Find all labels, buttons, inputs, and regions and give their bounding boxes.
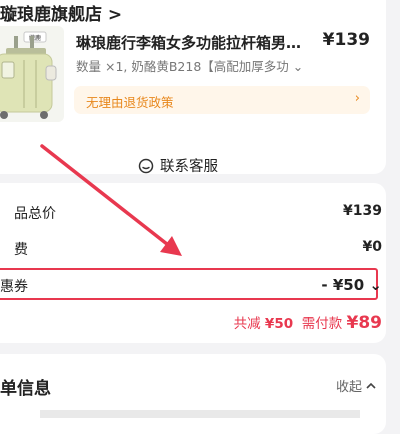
chat-icon [138,158,154,173]
price-row-value: ¥139 [343,203,382,219]
contact-service-button[interactable]: 联系客服 [138,155,218,176]
payment-summary: 共减 ¥50 需付款 ¥89 [234,312,382,333]
chevron-down-icon: ⌄ [369,276,382,294]
discount-value: ¥50 [264,316,294,332]
discount-label: 共减 [233,316,261,332]
blurred-content [40,410,360,418]
product-image[interactable]: 嫩鹿 [0,26,64,122]
suitcase-illustration: 嫩鹿 [0,26,64,122]
order-info-title: 单信息 [0,379,51,399]
pay-value: ¥89 [346,313,383,333]
order-item-card: 璇琅鹿旗舰店 > 嫩鹿 琳琅鹿行李箱女多功能拉杆箱男… ¥139 数量 ×1, … [0,0,386,174]
product-name[interactable]: 琳琅鹿行李箱女多功能拉杆箱男… [76,32,301,53]
price-row-value: ¥0 [362,239,382,255]
chevron-down-icon: ⌄ [292,59,304,74]
collapse-label: 收起 [335,380,362,395]
shop-arrow-icon: > [107,5,123,25]
product-price: ¥139 [322,30,370,50]
price-row-label: 费 [14,242,28,258]
coupon-value: - ¥50 [321,276,365,294]
return-policy-text: 无理由退货政策 [86,95,174,110]
price-row-label: 品总价 [14,206,56,222]
order-info-card [0,354,386,434]
shop-name[interactable]: 璇琅鹿旗舰店 > [0,0,122,25]
return-policy-banner[interactable]: 无理由退货政策 › [74,86,370,114]
chevron-right-icon: › [354,91,360,106]
pay-label: 需付款 [301,316,343,332]
chevron-up-icon [366,382,376,389]
coupon-selector[interactable]: - ¥50 ⌄ [321,276,382,294]
coupon-label: 惠券 [0,279,28,295]
shop-name-label: 璇琅鹿旗舰店 [0,5,102,25]
product-spec[interactable]: 数量 ×1, 奶酪黄B218【高配加厚多功 ⌄ [76,56,303,75]
contact-service-label: 联系客服 [160,159,218,175]
collapse-button[interactable]: 收起 [336,376,376,395]
product-spec-text: 数量 ×1, 奶酪黄B218【高配加厚多功 [76,59,289,74]
